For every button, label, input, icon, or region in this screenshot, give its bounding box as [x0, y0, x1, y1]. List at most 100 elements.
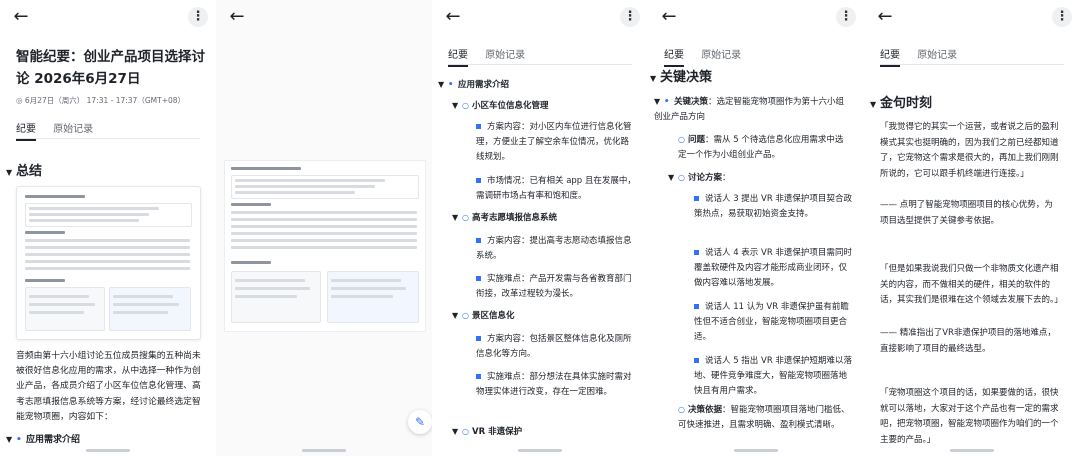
bullet-square-icon [476, 276, 481, 281]
list-item: 说话人 3 提出 VR 非遗保护项目契合政策热点，易获取初始资金支持。 [694, 194, 852, 219]
collapse-triangle-icon[interactable]: ▼ [668, 170, 678, 185]
collapse-triangle-icon[interactable]: ▼ [452, 424, 462, 439]
quote-note: —— 点明了智能宠物项圈项目的核心优势，为项目选型提供了关键参考依据。 [880, 200, 1053, 226]
tab-bar: 纪要 原始记录 [664, 46, 755, 61]
collapse-triangle-icon[interactable]: ▼ [654, 94, 664, 109]
list-item: 说话人 4 表示 VR 非遗保护项目需同时覆盖软硬件及内容才能形成商业闭环，仅做… [694, 248, 852, 288]
back-arrow-icon[interactable]: ← [442, 6, 464, 28]
bullet-square-icon [476, 238, 481, 243]
list-item[interactable]: ▼ • 应用需求介绍 [438, 77, 509, 93]
bullet-square-icon [476, 178, 481, 183]
bullet-square-icon [476, 124, 481, 129]
divider [880, 64, 1064, 65]
divider [448, 64, 632, 65]
minutes-panel-decisions: ← ⋮ 纪要 原始记录 ▼ 关键决策 ▼ • 关键决策：选定智能宠物项圈作为第十六小组… [648, 0, 864, 456]
tab-minutes[interactable]: 纪要 [880, 50, 900, 61]
home-indicator [86, 449, 130, 452]
collapse-triangle-icon[interactable]: ▼ [6, 435, 16, 444]
enlarged-summary-image[interactable] [224, 160, 426, 332]
back-arrow-icon[interactable]: ← [10, 6, 32, 28]
list-item: ○ 决策依据：智能宠物项圈项目落地门槛低、可快速推进，且需求明确、盈利模式清晰。 [678, 402, 850, 433]
list-item[interactable]: ▼ ○ 高考志愿填报信息系统 [452, 210, 557, 226]
section-heading[interactable]: ▼ 总结 [6, 160, 42, 179]
bullet-circle-icon: ○ [462, 213, 469, 222]
tab-bar: 纪要 原始记录 [16, 120, 107, 135]
back-arrow-icon[interactable]: ← [874, 6, 896, 28]
list-item: 市场情况：已有相关 app 且在发展中，需调研市场占有率和饱和度。 [476, 176, 636, 201]
bullet-square-icon [694, 304, 699, 309]
list-item[interactable]: ▼ ○ 讨论方案： [668, 170, 731, 186]
summary-text: 音频由第十六小组讨论五位成员搜集的五种尚未被很好信息化应用的需求，从中选择一种作… [16, 351, 201, 422]
quote-text: 「宠物项圈这个项目的话，如果要做的话，很快就可以落地，大家对于这个产品也有一定的… [880, 388, 1059, 445]
bullet-square-icon [694, 358, 699, 363]
quote-note: —— 精准指出了VR非遗保护项目的落地难点，直接影响了项目的最终选型。 [880, 328, 1056, 354]
meeting-time: ◎ 6月27日（周六） 17:31 - 17:37（GMT+08） [16, 96, 186, 105]
more-icon[interactable]: ⋮ [836, 7, 856, 27]
list-item[interactable]: ▼ ○ 景区信息化 [452, 308, 515, 324]
tab-transcript[interactable]: 原始记录 [485, 50, 525, 61]
bullet-circle-icon: ○ [678, 405, 685, 414]
back-arrow-icon[interactable]: ← [226, 6, 248, 28]
tab-transcript[interactable]: 原始记录 [917, 50, 957, 61]
collapse-triangle-icon[interactable]: ▼ [452, 98, 462, 113]
section-title: 关键决策 [660, 70, 713, 85]
collapse-triangle-icon[interactable]: ▼ [452, 308, 462, 323]
bullet-dot-icon: • [448, 80, 454, 90]
bullet-square-icon [476, 374, 481, 379]
home-indicator [302, 449, 346, 452]
bullet-dot-icon: • [664, 97, 670, 107]
bullet-circle-icon: ○ [462, 101, 469, 110]
summary-image-thumbnail[interactable] [16, 186, 201, 340]
list-item[interactable]: ▼ ○ 小区车位信息化管理 [452, 98, 549, 114]
bullet-circle-icon: ○ [678, 135, 685, 144]
edit-pen-icon[interactable]: ✎ [408, 410, 432, 434]
page-title: 智能纪要：创业产品项目选择讨论 2026年6月27日 [16, 49, 205, 87]
list-item: 说话人 5 指出 VR 非遗保护短期难以落地、硬件竞争难度大，智能宠物项圈落地快… [694, 356, 852, 396]
collapse-triangle-icon[interactable]: ▼ [6, 168, 16, 177]
section-title: 金句时刻 [880, 96, 933, 111]
section-title: 总结 [16, 164, 43, 179]
bullet-circle-icon: ○ [462, 427, 469, 436]
list-item: ○ 问题：需从 5 个待选信息化应用需求中选定一个作为小组创业产品。 [678, 132, 848, 163]
divider [16, 138, 200, 139]
image-preview-panel: ← ✎ [216, 0, 432, 456]
collapse-triangle-icon[interactable]: ▼ [870, 100, 880, 109]
home-indicator [518, 449, 562, 452]
more-icon[interactable]: ⋮ [1052, 7, 1072, 27]
bullet-dot-icon: • [16, 435, 22, 445]
tab-minutes[interactable]: 纪要 [664, 50, 684, 61]
tab-bar: 纪要 原始记录 [880, 46, 971, 61]
quote-text: 「但是如果我说我们只做一个非物质文化遗产相关的内容，而不做相关的硬件，相关的软件… [880, 264, 1063, 305]
bullet-circle-icon: ○ [462, 311, 469, 320]
more-icon[interactable]: ⋮ [188, 7, 208, 27]
section-heading[interactable]: ▼ 关键决策 [650, 66, 712, 85]
collapse-triangle-icon[interactable]: ▼ [438, 77, 448, 92]
more-icon[interactable]: ⋮ [620, 7, 640, 27]
section-heading[interactable]: ▼ 金句时刻 [870, 92, 932, 111]
tab-minutes[interactable]: 纪要 [16, 124, 36, 135]
bullet-square-icon [694, 250, 699, 255]
tab-transcript[interactable]: 原始记录 [701, 50, 741, 61]
list-item: 实施难点：产品开发需与各省教育部门衔接，改革过程较为漫长。 [476, 274, 632, 299]
tab-bar: 纪要 原始记录 [448, 46, 539, 61]
home-indicator [950, 449, 994, 452]
list-item[interactable]: ▼ • 关键决策：选定智能宠物项圈作为第十六小组创业产品方向 [654, 94, 850, 125]
back-arrow-icon[interactable]: ← [658, 6, 680, 28]
list-item: 方案内容：对小区内车位进行信息化管理，方便业主了解空余车位情况，优化路线规划。 [476, 122, 632, 162]
list-item[interactable]: ▼ ○ VR 非遗保护 [452, 424, 522, 440]
bullet-circle-icon: ○ [678, 173, 685, 182]
list-item: 方案内容：提出高考志愿动态填报信息系统。 [476, 236, 632, 261]
quote-text: 「我觉得它的其实一个运营，或者说之后的盈利模式其实也挺明确的，因为我们之前已经都… [880, 122, 1059, 179]
tab-transcript[interactable]: 原始记录 [53, 124, 93, 135]
tab-minutes[interactable]: 纪要 [448, 50, 468, 61]
collapse-triangle-icon[interactable]: ▼ [452, 210, 462, 225]
list-item: 实施难点：部分想法在具体实施时需对物理实体进行改变，存在一定困难。 [476, 372, 632, 397]
bullet-square-icon [476, 336, 481, 341]
list-item: 方案内容：包括景区整体信息化及厕所信息化等方向。 [476, 334, 632, 359]
list-item[interactable]: ▼ • 应用需求介绍 [6, 432, 80, 445]
summary-panel: ← ⋮ 智能纪要：创业产品项目选择讨论 2026年6月27日 ◎ 6月27日（周… [0, 0, 216, 456]
collapse-triangle-icon[interactable]: ▼ [650, 74, 660, 83]
home-indicator [734, 449, 778, 452]
bullet-square-icon [694, 196, 699, 201]
list-item: 说话人 11 认为 VR 非遗保护虽有前瞻性但不适合创业，智能宠物项圈项目更合适… [694, 302, 849, 342]
